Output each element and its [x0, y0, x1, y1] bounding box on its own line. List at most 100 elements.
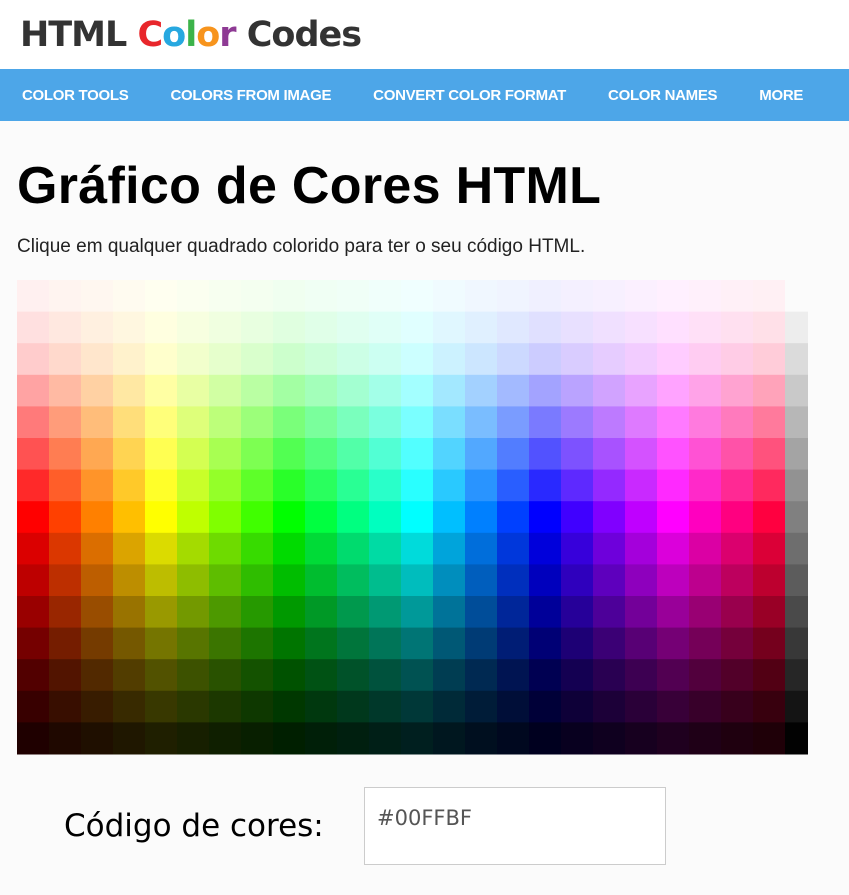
- color-swatch[interactable]: [241, 311, 274, 344]
- color-swatch[interactable]: [561, 343, 594, 376]
- color-swatch[interactable]: [145, 501, 178, 534]
- color-swatch[interactable]: [497, 627, 530, 660]
- color-swatch[interactable]: [209, 374, 242, 407]
- color-swatch[interactable]: [241, 374, 274, 407]
- color-swatch[interactable]: [177, 722, 210, 755]
- color-swatch[interactable]: [529, 627, 562, 660]
- color-swatch[interactable]: [401, 374, 434, 407]
- color-swatch[interactable]: [177, 532, 210, 565]
- color-swatch[interactable]: [753, 374, 786, 407]
- color-swatch[interactable]: [625, 438, 658, 471]
- color-swatch[interactable]: [145, 280, 178, 313]
- color-swatch[interactable]: [753, 311, 786, 344]
- color-swatch[interactable]: [465, 406, 498, 439]
- color-swatch[interactable]: [689, 438, 722, 471]
- color-swatch[interactable]: [369, 501, 402, 534]
- color-swatch[interactable]: [113, 532, 146, 565]
- color-swatch[interactable]: [177, 501, 210, 534]
- color-swatch[interactable]: [401, 722, 434, 755]
- color-swatch[interactable]: [401, 564, 434, 597]
- color-swatch[interactable]: [529, 311, 562, 344]
- color-swatch[interactable]: [561, 627, 594, 660]
- color-swatch[interactable]: [657, 469, 690, 502]
- color-swatch[interactable]: [433, 438, 466, 471]
- color-swatch[interactable]: [305, 722, 338, 755]
- color-swatch[interactable]: [81, 343, 114, 376]
- color-swatch[interactable]: [625, 280, 658, 313]
- color-swatch[interactable]: [593, 406, 626, 439]
- color-swatch[interactable]: [273, 469, 306, 502]
- color-swatch[interactable]: [465, 343, 498, 376]
- color-swatch[interactable]: [145, 469, 178, 502]
- color-swatch[interactable]: [529, 406, 562, 439]
- color-swatch[interactable]: [753, 343, 786, 376]
- color-swatch[interactable]: [177, 469, 210, 502]
- color-swatch[interactable]: [337, 374, 370, 407]
- gray-swatch[interactable]: [785, 501, 808, 534]
- color-swatch[interactable]: [49, 438, 82, 471]
- color-swatch[interactable]: [401, 690, 434, 723]
- color-swatch[interactable]: [81, 690, 114, 723]
- color-swatch[interactable]: [561, 406, 594, 439]
- color-swatch[interactable]: [721, 406, 754, 439]
- color-swatch[interactable]: [369, 532, 402, 565]
- color-swatch[interactable]: [497, 469, 530, 502]
- color-swatch[interactable]: [337, 690, 370, 723]
- color-swatch[interactable]: [561, 280, 594, 313]
- color-swatch[interactable]: [369, 722, 402, 755]
- color-swatch[interactable]: [49, 469, 82, 502]
- color-swatch[interactable]: [145, 659, 178, 692]
- color-swatch[interactable]: [433, 311, 466, 344]
- color-swatch[interactable]: [305, 343, 338, 376]
- color-swatch[interactable]: [209, 501, 242, 534]
- color-swatch[interactable]: [177, 280, 210, 313]
- color-swatch[interactable]: [273, 280, 306, 313]
- color-swatch[interactable]: [593, 280, 626, 313]
- color-swatch[interactable]: [497, 406, 530, 439]
- color-swatch[interactable]: [433, 564, 466, 597]
- color-swatch[interactable]: [369, 438, 402, 471]
- color-swatch[interactable]: [241, 564, 274, 597]
- color-swatch[interactable]: [81, 501, 114, 534]
- color-swatch[interactable]: [433, 406, 466, 439]
- color-swatch[interactable]: [369, 311, 402, 344]
- gray-swatch[interactable]: [785, 596, 808, 629]
- gray-swatch[interactable]: [785, 532, 808, 565]
- color-swatch[interactable]: [753, 532, 786, 565]
- color-swatch[interactable]: [369, 280, 402, 313]
- color-swatch[interactable]: [401, 596, 434, 629]
- color-swatch[interactable]: [625, 406, 658, 439]
- color-swatch[interactable]: [721, 438, 754, 471]
- color-swatch[interactable]: [209, 343, 242, 376]
- color-swatch[interactable]: [209, 690, 242, 723]
- color-swatch[interactable]: [465, 627, 498, 660]
- color-swatch[interactable]: [337, 532, 370, 565]
- gray-swatch[interactable]: [785, 374, 808, 407]
- color-swatch[interactable]: [113, 469, 146, 502]
- color-swatch[interactable]: [721, 722, 754, 755]
- color-swatch[interactable]: [209, 280, 242, 313]
- color-swatch[interactable]: [401, 627, 434, 660]
- color-swatch[interactable]: [561, 532, 594, 565]
- color-swatch[interactable]: [433, 469, 466, 502]
- color-swatch[interactable]: [625, 469, 658, 502]
- color-swatch[interactable]: [561, 659, 594, 692]
- color-swatch[interactable]: [529, 596, 562, 629]
- color-swatch[interactable]: [657, 438, 690, 471]
- color-swatch[interactable]: [241, 280, 274, 313]
- color-swatch[interactable]: [721, 659, 754, 692]
- color-swatch[interactable]: [273, 438, 306, 471]
- color-swatch[interactable]: [465, 690, 498, 723]
- color-swatch[interactable]: [17, 469, 50, 502]
- color-swatch[interactable]: [145, 627, 178, 660]
- color-swatch[interactable]: [273, 311, 306, 344]
- color-swatch[interactable]: [177, 596, 210, 629]
- color-swatch[interactable]: [17, 596, 50, 629]
- color-swatch[interactable]: [721, 564, 754, 597]
- color-swatch[interactable]: [305, 438, 338, 471]
- color-swatch[interactable]: [529, 469, 562, 502]
- color-swatch[interactable]: [49, 722, 82, 755]
- color-swatch[interactable]: [657, 627, 690, 660]
- color-code-field[interactable]: #00FFBF: [364, 787, 666, 865]
- color-swatch[interactable]: [593, 374, 626, 407]
